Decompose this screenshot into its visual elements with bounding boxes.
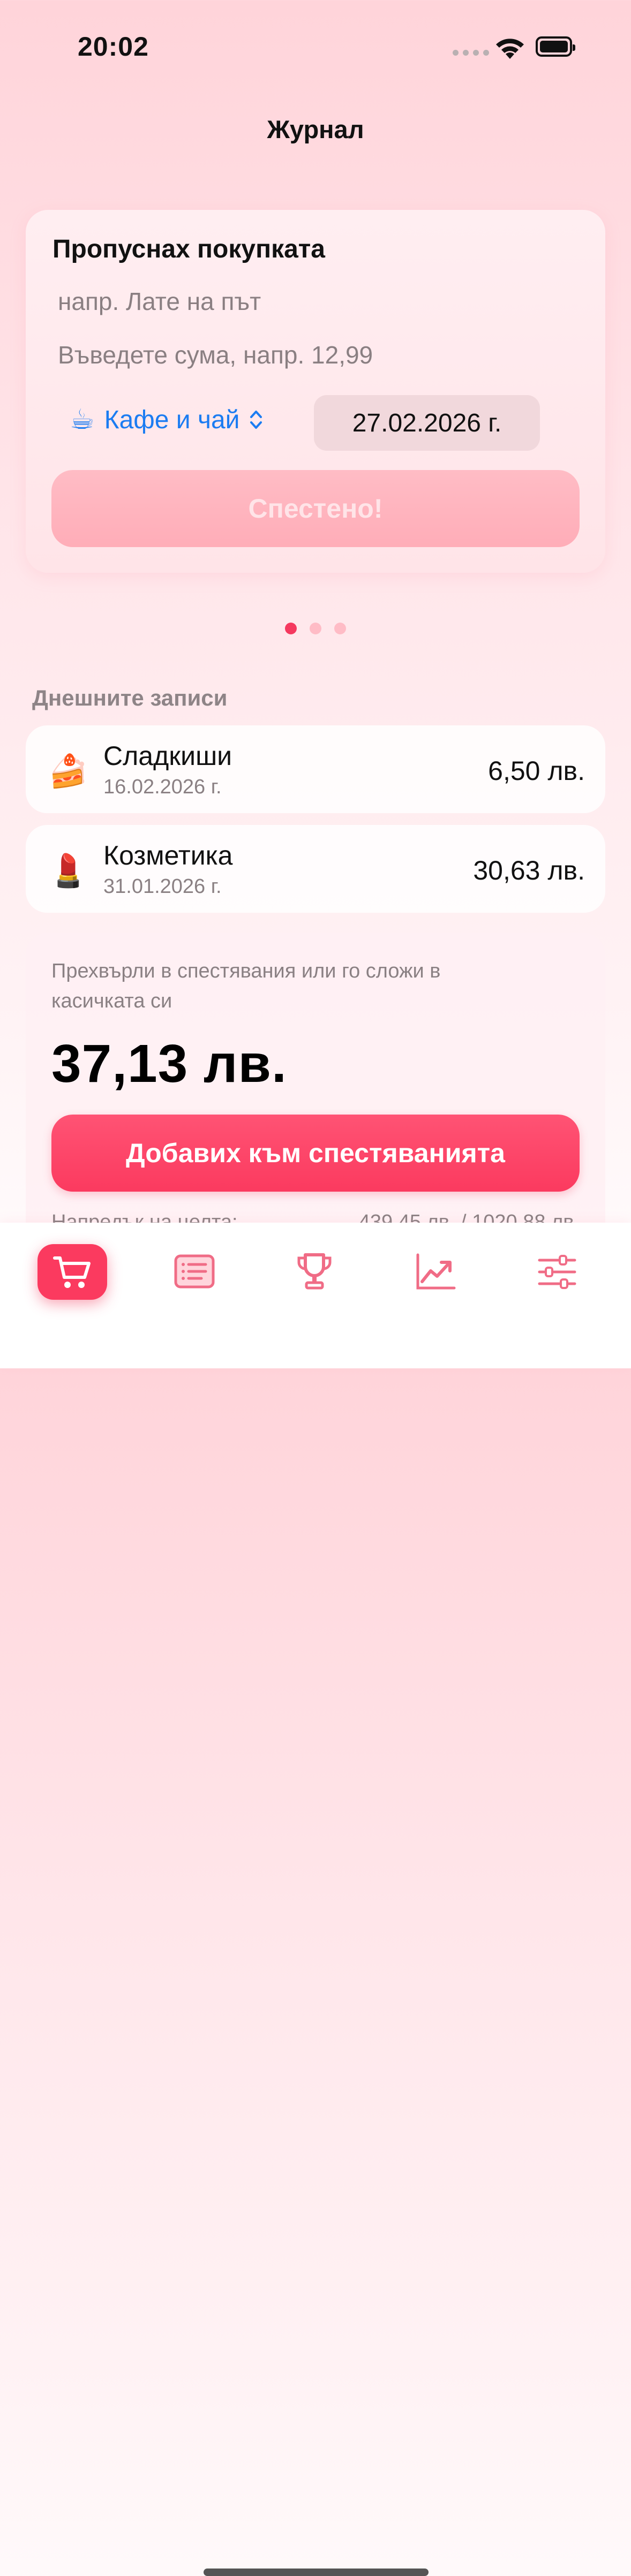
sliders-icon (538, 1255, 576, 1289)
cellular-signal-icon (453, 50, 489, 56)
trophy-icon (297, 1253, 332, 1290)
amount-input[interactable] (57, 333, 573, 377)
page-dot[interactable] (285, 623, 297, 634)
cart-icon (53, 1256, 91, 1288)
category-label: Кафе и чай (104, 405, 240, 434)
section-title-today: Днешните записи (32, 685, 228, 710)
save-button[interactable]: Спестено! (51, 470, 580, 547)
chevron-up-down-icon (250, 411, 262, 429)
item-name-input[interactable] (57, 279, 573, 323)
entry-amount: 30,63 лв. (473, 855, 585, 885)
tab-achievements[interactable] (280, 1244, 349, 1300)
tab-cart[interactable] (37, 1244, 107, 1300)
date-picker[interactable]: 27.02.2026 г. (314, 395, 540, 451)
quick-add-title: Пропуснах покупката (52, 235, 325, 263)
page-dot[interactable] (334, 623, 346, 634)
entry-date: 31.01.2026 г. (103, 875, 222, 898)
category-picker[interactable]: ☕ Кафе и чай (70, 404, 263, 436)
coffee-icon: ☕ (70, 404, 95, 435)
list-item[interactable]: 💄 Козметика 31.01.2026 г. 30,63 лв. (26, 825, 605, 913)
tab-journal[interactable] (160, 1244, 229, 1300)
battery-icon (536, 36, 575, 57)
quick-add-card: Пропуснах покупката ☕ Кафе и чай 27.02.2… (26, 210, 605, 573)
status-bar: 20:02 (0, 0, 631, 86)
entry-name: Сладкиши (103, 741, 232, 771)
page-dot[interactable] (310, 623, 321, 634)
wifi-icon (496, 39, 524, 59)
home-indicator (204, 2569, 429, 2576)
summary-total: 37,13 лв. (51, 1034, 287, 1094)
list-icon (174, 1254, 215, 1289)
entry-amount: 6,50 лв. (488, 756, 585, 786)
chart-icon (416, 1253, 456, 1290)
cake-icon: 🍰 (48, 753, 88, 789)
entry-name: Козметика (103, 840, 233, 870)
tab-statistics[interactable] (401, 1244, 470, 1300)
tab-bar (0, 1223, 631, 2576)
add-to-savings-button[interactable]: Добавих към спестяванията (51, 1115, 580, 1192)
list-item[interactable]: 🍰 Сладкиши 16.02.2026 г. 6,50 лв. (26, 725, 605, 813)
entry-date: 16.02.2026 г. (103, 776, 222, 798)
status-time: 20:02 (78, 32, 149, 62)
page-indicator[interactable] (285, 623, 346, 634)
tab-settings[interactable] (522, 1244, 592, 1300)
summary-description: Прехвърли в спестявания или го сложи в к… (51, 960, 441, 1012)
lipstick-icon: 💄 (48, 853, 88, 889)
page-title: Журнал (267, 115, 364, 143)
